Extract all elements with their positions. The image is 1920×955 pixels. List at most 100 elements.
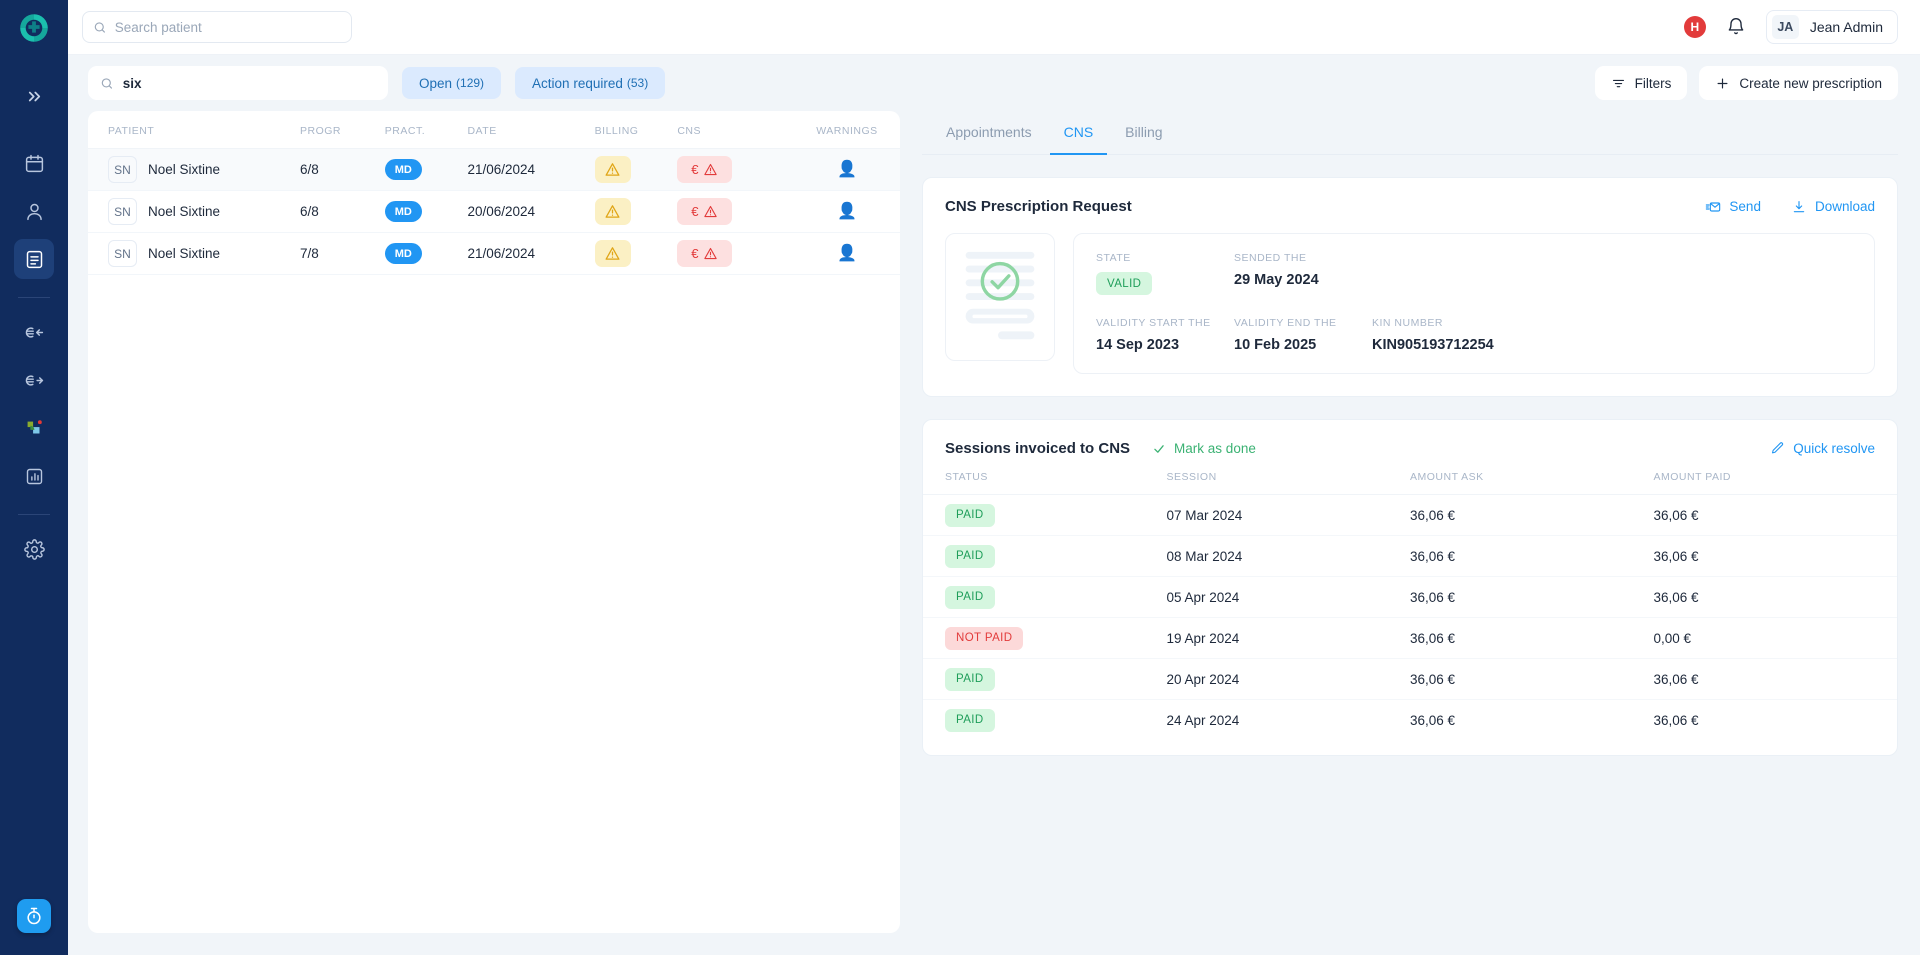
detail-panel: Appointments CNS Billing CNS Prescriptio… — [922, 111, 1898, 933]
warning-triangle-icon — [704, 163, 718, 176]
column-header-date[interactable]: DATE — [467, 111, 595, 149]
table-row[interactable]: SN Noel Sixtine 6/8 MD 20/06/2024 € 👤 — [88, 190, 900, 233]
main-split: PATIENT PROGR PRACT. DATE BILLING CNS WA… — [68, 111, 1920, 955]
column-header-session[interactable]: SESSION — [1166, 471, 1410, 495]
cell-pract: MD — [384, 232, 468, 275]
sidebar-item-statistics[interactable] — [14, 456, 54, 496]
cell-session: 19 Apr 2024 — [1166, 617, 1410, 659]
person-warning-icon[interactable]: 👤 — [837, 203, 857, 220]
table-row[interactable]: NOT PAID 19 Apr 2024 36,06 €0,00 € — [923, 617, 1897, 659]
status-badge: VALID — [1096, 272, 1153, 295]
cell-status: NOT PAID — [923, 617, 1167, 659]
tab-appointments[interactable]: Appointments — [932, 111, 1046, 155]
create-new-prescription-label: Create new prescription — [1739, 75, 1882, 91]
cell-amount-paid: 36,06 € — [1653, 712, 1699, 728]
sub-toolbar-actions: Filters Create new prescription — [1594, 66, 1898, 100]
field-kin-number-label: KIN NUMBER — [1372, 317, 1443, 329]
status-badge: PAID — [945, 585, 995, 609]
tab-open[interactable]: Open (129) — [402, 67, 502, 99]
cns-warning-badge[interactable]: € — [677, 156, 733, 183]
column-header-warnings[interactable]: WARNINGS — [793, 111, 900, 149]
column-header-status[interactable]: STATUS — [923, 471, 1167, 495]
sidebar-item-apps[interactable] — [14, 408, 54, 448]
top-bar-actions: H JA Jean Admin — [1683, 10, 1898, 44]
billing-warning-badge[interactable] — [594, 198, 631, 225]
column-header-progr[interactable]: PROGR — [300, 111, 385, 149]
cell-warnings: 👤 — [793, 232, 900, 275]
filter-icon — [1612, 79, 1624, 87]
list-search-input[interactable] — [122, 75, 376, 91]
user-menu[interactable]: JA Jean Admin — [1765, 10, 1898, 44]
tab-cns[interactable]: CNS — [1049, 111, 1108, 155]
table-row[interactable]: SN Noel Sixtine 6/8 MD 21/06/2024 € 👤 — [88, 148, 900, 191]
sidebar-item-outgoing-payments[interactable] — [14, 360, 54, 400]
cell-date: 21/06/2024 — [467, 232, 595, 275]
search-input[interactable] — [114, 19, 341, 35]
sidebar-item-settings[interactable] — [14, 529, 54, 569]
status-badge: NOT PAID — [945, 626, 1024, 650]
sidebar-item-patients[interactable] — [14, 191, 54, 231]
sidebar-divider-2 — [18, 514, 50, 515]
field-validity-start: VALIDITY START THE 14 Sep 2023 — [1096, 317, 1234, 353]
column-header-pract[interactable]: PRACT. — [384, 111, 468, 149]
table-row[interactable]: SN Noel Sixtine 7/8 MD 21/06/2024 € 👤 — [88, 232, 900, 275]
download-button[interactable]: Download — [1791, 199, 1875, 215]
person-warning-icon[interactable]: 👤 — [837, 245, 857, 262]
tab-billing[interactable]: Billing — [1111, 111, 1176, 155]
cell-amount-paid: 36,06 € — [1653, 576, 1897, 618]
warning-triangle-icon — [605, 163, 620, 176]
table-row[interactable]: PAID 07 Mar 2024 36,06 €36,06 € — [923, 494, 1897, 536]
timer-button[interactable] — [17, 899, 51, 933]
patient-name: Noel Sixtine — [148, 246, 221, 261]
cns-prescription-actions: Send Download — [1705, 199, 1875, 215]
cns-warning-badge[interactable]: € — [677, 240, 733, 267]
table-row[interactable]: PAID 20 Apr 2024 36,06 €36,06 € — [923, 658, 1897, 700]
app-logo[interactable] — [0, 0, 68, 55]
cns-prescription-card: CNS Prescription Request Send Download S… — [922, 177, 1898, 397]
column-header-billing[interactable]: BILLING — [594, 111, 678, 149]
cell-status: PAID — [923, 658, 1167, 700]
pencil-icon — [1772, 442, 1784, 454]
table-row[interactable]: PAID 24 Apr 2024 36,06 € 36,06 € — [923, 700, 1897, 741]
top-bar: H JA Jean Admin — [68, 0, 1920, 55]
billing-warning-badge[interactable] — [594, 240, 631, 267]
table-row[interactable]: PAID 05 Apr 2024 36,06 €36,06 € — [923, 576, 1897, 618]
create-new-prescription-button[interactable]: Create new prescription — [1699, 66, 1898, 100]
prescription-thumbnail[interactable] — [945, 233, 1055, 361]
billing-warning-badge[interactable] — [594, 156, 631, 183]
column-header-patient[interactable]: PATIENT — [88, 111, 300, 149]
cell-billing — [594, 148, 678, 191]
tab-action-required[interactable]: Action required (53) — [515, 67, 666, 99]
quick-resolve-button[interactable]: Quick resolve — [1770, 441, 1875, 456]
column-header-amount-ask[interactable]: AMOUNT ASK — [1410, 471, 1654, 495]
person-warning-icon[interactable]: 👤 — [837, 161, 857, 178]
cell-progr: 7/8 — [300, 232, 385, 275]
sidebar-item-incoming-payments[interactable] — [14, 312, 54, 352]
list-search-box[interactable] — [88, 66, 388, 100]
filters-button[interactable]: Filters — [1594, 66, 1688, 100]
sidebar-collapse-toggle[interactable] — [17, 81, 51, 111]
sidebar-item-prescriptions[interactable] — [14, 239, 54, 279]
alert-badge[interactable]: H — [1683, 16, 1706, 38]
patient-search-box[interactable] — [82, 11, 352, 43]
bar-chart-icon — [26, 468, 42, 484]
cell-billing — [594, 232, 678, 275]
cns-warning-badge[interactable]: € — [677, 198, 733, 225]
colored-shapes-icon — [27, 420, 42, 434]
column-header-cns[interactable]: CNS — [677, 111, 794, 149]
cell-session: 24 Apr 2024 — [1166, 712, 1240, 728]
table-row[interactable]: PAID 08 Mar 2024 36,06 €36,06 € — [923, 535, 1897, 577]
euro-icon: € — [691, 246, 699, 261]
patient-table: PATIENT PROGR PRACT. DATE BILLING CNS WA… — [88, 111, 900, 275]
download-icon — [1793, 200, 1805, 212]
cell-session: 07 Mar 2024 — [1166, 494, 1410, 536]
send-label: Send — [1729, 199, 1761, 214]
mark-as-done-button[interactable]: Mark as done — [1152, 441, 1256, 456]
prescription-info-box: STATE VALID SENDED THE 29 May 2024 VALID… — [1073, 233, 1875, 374]
notifications-button[interactable] — [1726, 17, 1746, 37]
sidebar-item-calendar[interactable] — [14, 143, 54, 183]
column-header-amount-paid[interactable]: AMOUNT PAID — [1653, 471, 1897, 495]
cell-date: 20/06/2024 — [467, 190, 595, 233]
warning-triangle-icon — [704, 205, 718, 218]
send-button[interactable]: Send — [1705, 199, 1761, 215]
